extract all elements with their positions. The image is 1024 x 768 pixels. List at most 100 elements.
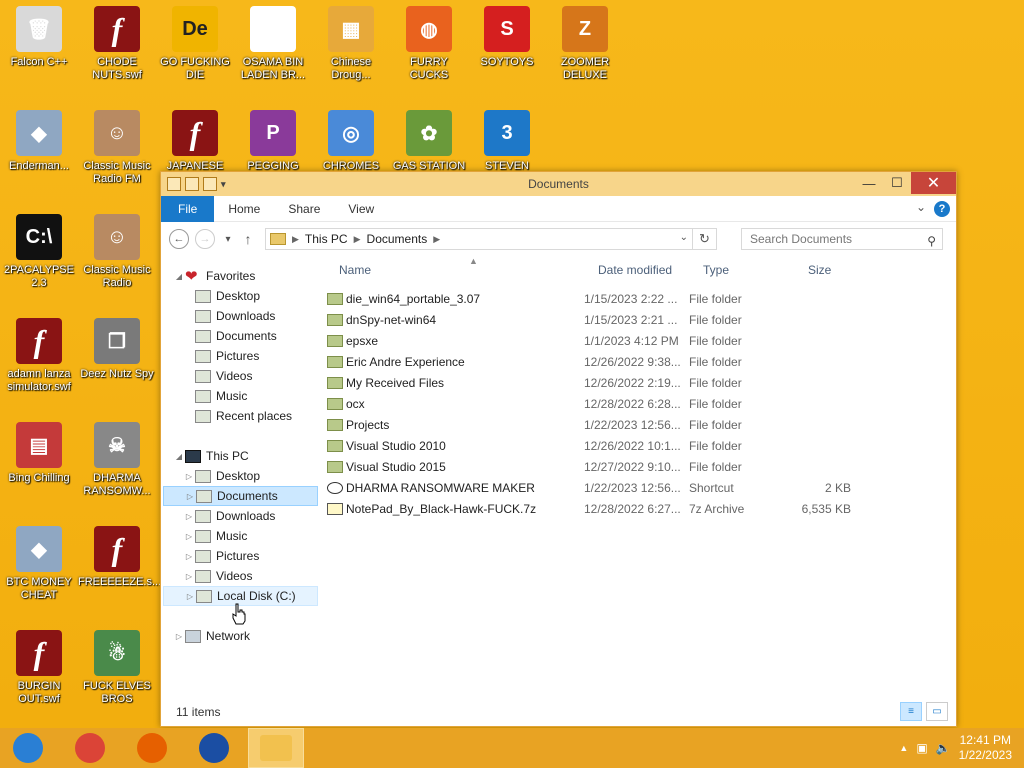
desktop-icon[interactable]: ☺ Classic Music Radio	[78, 208, 156, 304]
desktop-icon[interactable]: ▤ Bing Chilling	[0, 416, 78, 512]
desktop-icon[interactable]: f adamn lanza simulator.swf	[0, 312, 78, 408]
desktop-icon[interactable]: ☃ FUCK ELVES BROS	[78, 624, 156, 720]
file-row[interactable]: DHARMA RANSOMWARE MAKER 1/22/2023 12:56..…	[325, 477, 956, 498]
expand-icon[interactable]: ▷	[183, 552, 195, 561]
desktop-icon[interactable]: f BURGIN OUT.swf	[0, 624, 78, 720]
nav-item-music[interactable]: ▷ Music	[163, 526, 318, 546]
taskbar-explorer-button[interactable]	[248, 728, 304, 768]
desktop-icon[interactable]: De GO FUCKING DIE	[156, 0, 234, 96]
desktop-icon[interactable]: ◆ Enderman...	[0, 104, 78, 200]
back-button[interactable]: ←	[169, 229, 189, 249]
column-type[interactable]: Type	[703, 263, 729, 277]
desktop-icon[interactable]: f FREEEEEZE.s...	[78, 520, 161, 616]
address-dropdown-icon[interactable]: ⌄	[680, 232, 688, 243]
column-name[interactable]: Name	[339, 263, 371, 277]
file-row[interactable]: NotePad_By_Black-Hawk-FUCK.7z 12/28/2022 …	[325, 498, 956, 519]
desktop-icon[interactable]: f CHODE NUTS.swf	[78, 0, 156, 96]
file-row[interactable]: Visual Studio 2010 12/26/2022 10:1... File…	[325, 435, 956, 456]
properties-icon[interactable]	[185, 177, 199, 191]
file-row[interactable]: My Received Files 12/26/2022 2:19... File …	[325, 372, 956, 393]
file-row[interactable]: epsxe 1/1/2023 4:12 PM File folder	[325, 330, 956, 351]
nav-item-downloads[interactable]: Downloads	[163, 306, 318, 326]
collapse-icon[interactable]: ◢	[173, 452, 185, 461]
taskbar-firefox-button[interactable]	[124, 728, 180, 768]
nav-item-desktop[interactable]: Desktop	[163, 286, 318, 306]
taskbar-obama-logo-button[interactable]	[186, 728, 242, 768]
file-row[interactable]: ocx 12/28/2022 6:28... File folder	[325, 393, 956, 414]
desktop-icon[interactable]: ❐ Deez Nutz Spy	[78, 312, 156, 408]
column-size[interactable]: Size	[808, 263, 831, 277]
desktop-icon[interactable]: ◆ BTC MONEY CHEAT	[0, 520, 78, 616]
nav-item-videos[interactable]: ▷ Videos	[163, 566, 318, 586]
large-icons-view-button[interactable]: ▭	[926, 702, 948, 721]
file-row[interactable]: dnSpy-net-win64 1/15/2023 2:21 ... File fo…	[325, 309, 956, 330]
breadcrumb-documents[interactable]: Documents	[367, 232, 428, 246]
nav-item-network[interactable]: ▷ Network	[163, 626, 318, 646]
expand-icon[interactable]: ▷	[173, 632, 185, 641]
file-row[interactable]: Projects 1/22/2023 12:56... File folder	[325, 414, 956, 435]
breadcrumb-separator-icon[interactable]: ▶	[354, 234, 361, 245]
nav-item-recent-places[interactable]: Recent places	[163, 406, 318, 426]
show-hidden-icons-icon[interactable]: ▲	[899, 743, 908, 753]
volume-icon[interactable]: 🔈	[936, 741, 951, 755]
nav-item-downloads[interactable]: ▷ Downloads	[163, 506, 318, 526]
breadcrumb-separator-icon[interactable]: ▶	[292, 234, 299, 245]
flash-icon: f	[16, 630, 62, 676]
breadcrumb-separator-icon[interactable]: ▶	[433, 234, 440, 245]
expand-icon[interactable]: ▷	[184, 492, 196, 501]
details-view-button[interactable]: ≡	[900, 702, 922, 721]
new-folder-icon[interactable]	[203, 177, 217, 191]
tab-file[interactable]: File	[161, 195, 215, 222]
expand-icon[interactable]: ▷	[183, 532, 195, 541]
recent-locations-button[interactable]: ▾	[221, 234, 235, 245]
network-tray-icon[interactable]: ▣	[916, 741, 927, 755]
tab-home[interactable]: Home	[214, 196, 274, 222]
help-icon[interactable]: ?	[934, 201, 950, 217]
desktop-icon[interactable]: ☠ DHARMA RANSOMW...	[78, 416, 156, 512]
expand-icon[interactable]: ▷	[183, 572, 195, 581]
tab-view[interactable]: View	[334, 196, 388, 222]
file-row[interactable]: Eric Andre Experience 12/26/2022 9:38... F…	[325, 351, 956, 372]
window-icon[interactable]	[167, 177, 181, 191]
file-row[interactable]: die_win64_portable_3.07 1/15/2023 2:22 ..…	[325, 288, 956, 309]
minimize-button[interactable]: —	[855, 172, 883, 194]
nav-item-pictures[interactable]: ▷ Pictures	[163, 546, 318, 566]
expand-icon[interactable]: ▷	[183, 512, 195, 521]
address-bar[interactable]: ▶ This PC ▶ Documents ▶ ⌄	[265, 228, 693, 250]
nav-item-desktop[interactable]: ▷ Desktop	[163, 466, 318, 486]
expand-icon[interactable]: ▷	[183, 472, 195, 481]
desktop-icon[interactable]: ▦ Chinese Droug...	[312, 0, 390, 96]
nav-item-pictures[interactable]: Pictures	[163, 346, 318, 366]
search-input[interactable]: Search Documents ⚲	[741, 228, 943, 250]
title-bar[interactable]: ▾ Documents — ☐ ✕	[161, 172, 956, 196]
customize-qat-icon[interactable]: ▾	[221, 179, 226, 190]
maximize-button[interactable]: ☐	[883, 172, 911, 194]
nav-item-favorites[interactable]: ◢ ❤ Favorites	[163, 266, 318, 286]
collapse-icon[interactable]: ◢	[173, 272, 185, 281]
desktop-icon[interactable]: C:\ 2PACALYPSE 2.3	[0, 208, 78, 304]
breadcrumb-this-pc[interactable]: This PC	[305, 232, 348, 246]
refresh-button[interactable]: ↻	[693, 228, 717, 250]
taskbar-start-orb-button[interactable]	[0, 728, 56, 768]
desktop-icon[interactable]: ☺ Classic Music Radio FM	[78, 104, 156, 200]
clock[interactable]: 12:41 PM 1/22/2023	[959, 733, 1012, 763]
forward-button[interactable]: →	[195, 229, 215, 249]
nav-item-videos[interactable]: Videos	[163, 366, 318, 386]
taskbar-chrome-button[interactable]	[62, 728, 118, 768]
tab-share[interactable]: Share	[274, 196, 334, 222]
close-button[interactable]: ✕	[911, 172, 956, 194]
nav-item-documents[interactable]: Documents	[163, 326, 318, 346]
expand-icon[interactable]: ▷	[184, 592, 196, 601]
desktop-icon[interactable]: Z ZOOMER DELUXE	[546, 0, 624, 96]
nav-item-documents[interactable]: ▷ Documents	[163, 486, 318, 506]
file-row[interactable]: Visual Studio 2015 12/27/2022 9:10... File…	[325, 456, 956, 477]
nav-item-this-pc[interactable]: ◢ This PC	[163, 446, 318, 466]
desktop-icon[interactable]: 🗑 Falcon C++	[0, 0, 78, 96]
desktop-icon[interactable]: ◍ FURRY CUCKS	[390, 0, 468, 96]
desktop-icon[interactable]: ◉ OSAMA BIN LADEN BR...	[234, 0, 312, 96]
up-button[interactable]: ↑	[241, 231, 255, 247]
expand-ribbon-icon[interactable]: ⌄	[916, 200, 926, 214]
column-date-modified[interactable]: Date modified	[598, 263, 672, 277]
desktop-icon[interactable]: S SOYTOYS	[468, 0, 546, 96]
nav-item-music[interactable]: Music	[163, 386, 318, 406]
